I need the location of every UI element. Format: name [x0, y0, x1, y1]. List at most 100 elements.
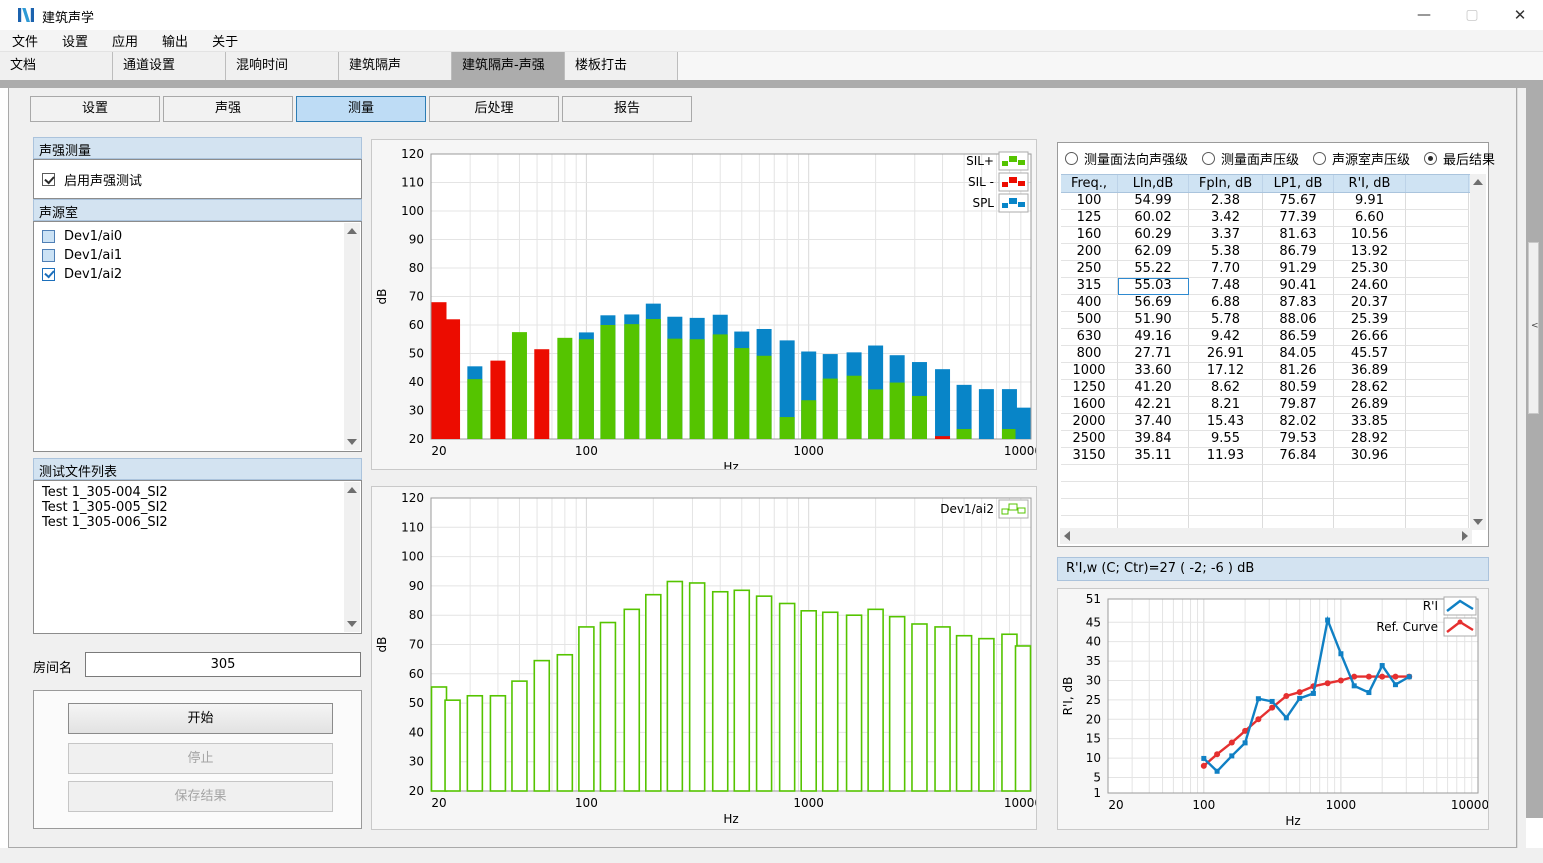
table-cell[interactable]: 39.84 — [1118, 431, 1189, 448]
table-cell[interactable]: 7.70 — [1189, 261, 1263, 278]
table-cell[interactable]: 30.96 — [1334, 448, 1406, 465]
subtab-测量[interactable]: 测量 — [296, 96, 426, 122]
table-cell[interactable]: 2.38 — [1189, 193, 1263, 210]
table-vertical-scrollbar[interactable] — [1470, 174, 1486, 530]
tab-混响时间[interactable]: 混响时间 — [226, 52, 339, 80]
table-cell[interactable]: 26.89 — [1334, 397, 1406, 414]
table-cell[interactable] — [1406, 448, 1469, 465]
table-cell[interactable]: 37.40 — [1118, 414, 1189, 431]
table-cell[interactable]: 25.39 — [1334, 312, 1406, 329]
table-cell[interactable]: 42.21 — [1118, 397, 1189, 414]
room-name-input[interactable]: 305 — [85, 652, 361, 677]
save-results-button[interactable]: 保存结果 — [68, 781, 333, 812]
channel-checkbox[interactable] — [42, 249, 55, 262]
table-cell[interactable]: 33.60 — [1118, 363, 1189, 380]
table-cell[interactable] — [1406, 380, 1469, 397]
table-cell[interactable]: 24.60 — [1334, 278, 1406, 295]
table-cell[interactable] — [1406, 261, 1469, 278]
menu-item-2[interactable]: 应用 — [112, 31, 138, 50]
table-cell[interactable]: 79.87 — [1263, 397, 1334, 414]
table-cell[interactable]: 2500 — [1061, 431, 1118, 448]
table-cell[interactable]: 100 — [1061, 193, 1118, 210]
table-cell[interactable]: 250 — [1061, 261, 1118, 278]
table-cell[interactable]: 88.06 — [1263, 312, 1334, 329]
scroll-up-icon[interactable] — [347, 228, 357, 234]
table-cell[interactable]: 25.30 — [1334, 261, 1406, 278]
table-cell[interactable]: 75.67 — [1263, 193, 1334, 210]
table-cell[interactable]: 60.02 — [1118, 210, 1189, 227]
scroll-up-icon[interactable] — [1473, 179, 1483, 185]
channel-item-Dev1/ai2[interactable]: Dev1/ai2 — [34, 265, 361, 284]
table-cell[interactable]: 3150 — [1061, 448, 1118, 465]
tab-文档[interactable]: 文档 — [0, 52, 113, 80]
menu-item-0[interactable]: 文件 — [12, 31, 38, 50]
table-cell[interactable]: 9.91 — [1334, 193, 1406, 210]
table-cell[interactable]: 76.84 — [1263, 448, 1334, 465]
table-cell[interactable]: 49.16 — [1118, 329, 1189, 346]
table-cell[interactable]: 400 — [1061, 295, 1118, 312]
table-cell[interactable]: 33.85 — [1334, 414, 1406, 431]
table-cell[interactable]: 91.29 — [1263, 261, 1334, 278]
table-cell[interactable]: 77.39 — [1263, 210, 1334, 227]
stop-button[interactable]: 停止 — [68, 743, 333, 774]
table-cell[interactable] — [1406, 278, 1469, 295]
table-cell[interactable]: 84.05 — [1263, 346, 1334, 363]
radio-声源室声压级[interactable] — [1313, 152, 1326, 165]
table-cell[interactable]: 7.48 — [1189, 278, 1263, 295]
tab-楼板打击[interactable]: 楼板打击 — [565, 52, 678, 80]
table-cell[interactable]: 36.89 — [1334, 363, 1406, 380]
table-cell[interactable]: 500 — [1061, 312, 1118, 329]
table-cell[interactable] — [1406, 346, 1469, 363]
table-cell[interactable]: 8.21 — [1189, 397, 1263, 414]
table-cell[interactable]: 630 — [1061, 329, 1118, 346]
table-cell[interactable]: 28.62 — [1334, 380, 1406, 397]
tab-建筑隔声[interactable]: 建筑隔声 — [339, 52, 452, 80]
channel-item-Dev1/ai0[interactable]: Dev1/ai0 — [34, 227, 361, 246]
table-cell[interactable]: 86.59 — [1263, 329, 1334, 346]
table-cell[interactable]: 5.78 — [1189, 312, 1263, 329]
radio-测量面法向声强级[interactable] — [1065, 152, 1078, 165]
table-cell[interactable]: 10.56 — [1334, 227, 1406, 244]
file-list-item[interactable]: Test 1_305-004_SI2 — [34, 485, 361, 500]
enable-intensity-row[interactable]: 启用声强测试 — [34, 170, 361, 189]
channel-checkbox[interactable] — [42, 230, 55, 243]
table-cell[interactable] — [1406, 414, 1469, 431]
table-cell[interactable]: 81.63 — [1263, 227, 1334, 244]
table-cell[interactable]: 20.37 — [1334, 295, 1406, 312]
table-cell[interactable]: 55.22 — [1118, 261, 1189, 278]
table-cell[interactable]: 15.43 — [1189, 414, 1263, 431]
start-button[interactable]: 开始 — [68, 703, 333, 734]
table-cell[interactable]: 3.42 — [1189, 210, 1263, 227]
table-cell[interactable]: 200 — [1061, 244, 1118, 261]
table-cell[interactable]: 82.02 — [1263, 414, 1334, 431]
table-cell[interactable]: 86.79 — [1263, 244, 1334, 261]
menu-item-3[interactable]: 输出 — [162, 31, 188, 50]
scroll-down-icon[interactable] — [1473, 519, 1483, 525]
table-cell[interactable]: 6.60 — [1334, 210, 1406, 227]
table-cell[interactable]: 1600 — [1061, 397, 1118, 414]
subtab-后处理[interactable]: 后处理 — [429, 96, 559, 122]
table-cell[interactable]: 26.66 — [1334, 329, 1406, 346]
table-cell[interactable]: 160 — [1061, 227, 1118, 244]
table-cell[interactable]: 315 — [1061, 278, 1118, 295]
close-button[interactable]: ✕ — [1497, 0, 1543, 30]
file-list-scrollbar[interactable] — [344, 482, 360, 632]
collapse-panel-button[interactable]: < — [1528, 242, 1539, 414]
table-cell[interactable] — [1406, 210, 1469, 227]
scroll-right-icon[interactable] — [1462, 531, 1468, 541]
table-cell[interactable]: 6.88 — [1189, 295, 1263, 312]
table-cell[interactable]: 55.03 — [1118, 278, 1189, 295]
table-cell[interactable]: 54.99 — [1118, 193, 1189, 210]
tab-建筑隔声-声强[interactable]: 建筑隔声-声强 — [452, 52, 565, 80]
radio-最后结果[interactable] — [1424, 152, 1437, 165]
table-cell[interactable]: 41.20 — [1118, 380, 1189, 397]
table-cell[interactable] — [1406, 227, 1469, 244]
table-cell[interactable]: 28.92 — [1334, 431, 1406, 448]
table-cell[interactable]: 17.12 — [1189, 363, 1263, 380]
table-cell[interactable]: 81.26 — [1263, 363, 1334, 380]
scroll-up-icon[interactable] — [347, 487, 357, 493]
menu-item-4[interactable]: 关于 — [212, 31, 238, 50]
channel-item-Dev1/ai1[interactable]: Dev1/ai1 — [34, 246, 361, 265]
table-cell[interactable]: 51.90 — [1118, 312, 1189, 329]
table-cell[interactable]: 3.37 — [1189, 227, 1263, 244]
